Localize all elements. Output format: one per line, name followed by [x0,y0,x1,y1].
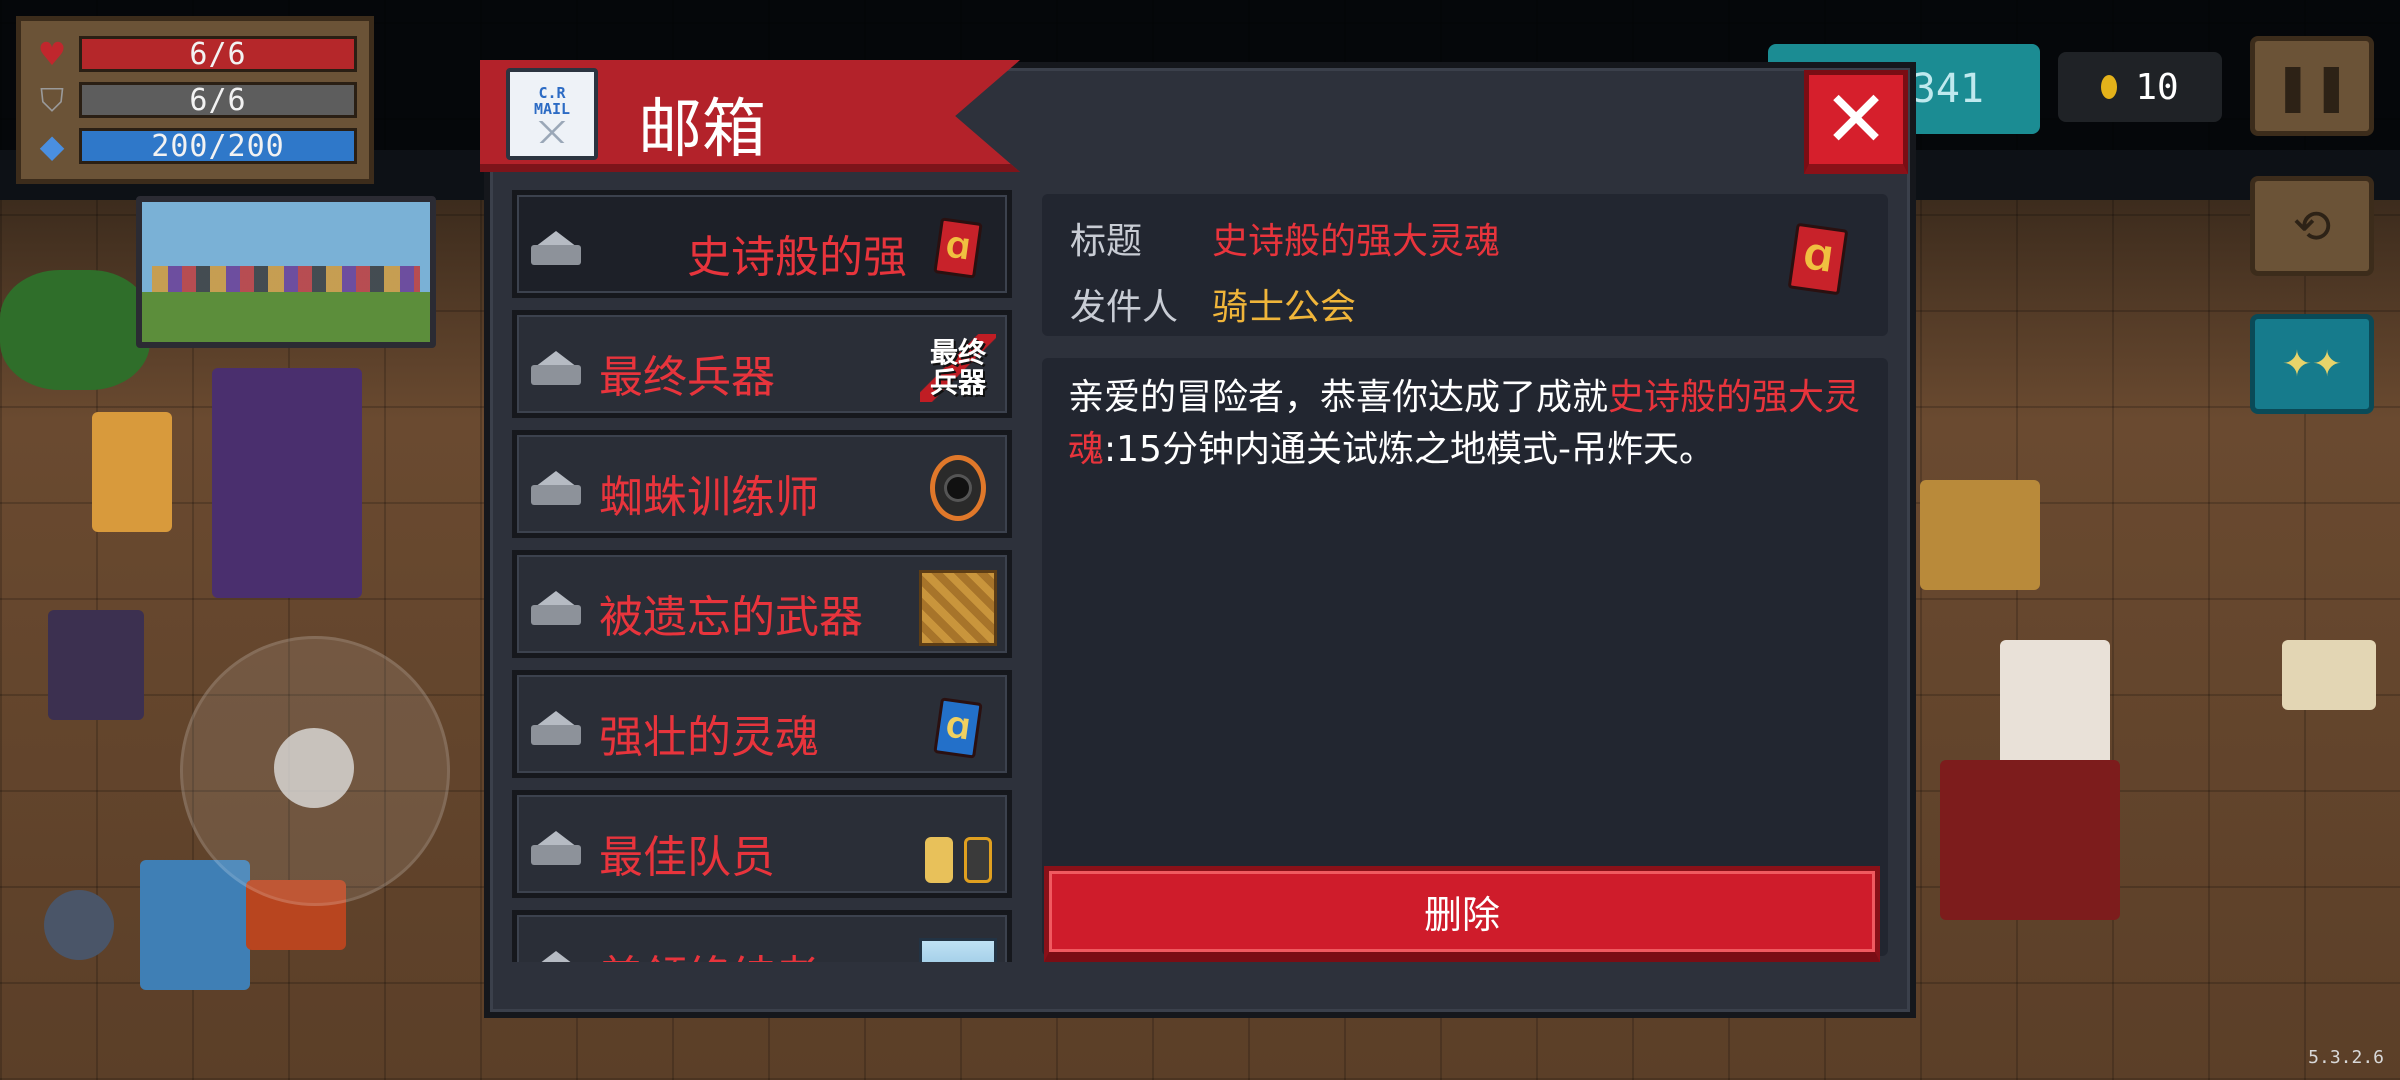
red-card-icon: Ɑ [919,209,997,287]
minimap-ground [142,292,430,342]
switch-weapon-button[interactable]: ⟲ [2250,176,2374,276]
envelope-flap [517,121,587,143]
pause-icon: ❚❚ [2273,59,2351,113]
skill-icon: ✦✦ [2281,343,2343,385]
hp-row: ♥ 6/6 [33,31,357,77]
npc-girl [2000,640,2110,780]
mail-item[interactable]: 史诗般的强 Ɑ [512,190,1012,298]
red-carpet [1940,760,2120,920]
skill-button[interactable]: ✦✦ [2250,314,2374,414]
mail-item-label: 蜘蛛训练师 [599,472,819,523]
mail-item-label: 最终兵器 [599,352,775,403]
energy-diamond-icon: ◆ [39,127,65,165]
mail-stamp-line1: C.R [538,84,566,102]
mail-item[interactable]: 最佳队员 [512,790,1012,898]
joystick-knob[interactable] [274,728,354,808]
shield-icon: ⛉ [39,81,64,119]
gem-count: 341 [1911,66,1984,112]
envelope-read-icon [531,831,581,865]
message-suffix: :15分钟内通关试炼之地模式-吊炸天。 [1104,429,1715,470]
vending-machine [212,368,362,598]
pause-button[interactable]: ❚❚ [2250,36,2374,136]
coin-counter: 10 [2058,52,2222,122]
npc-character [92,412,172,532]
certificate-decoration [2282,640,2376,710]
scroll-icon [919,569,997,647]
message-prefix: 亲爱的冒险者，恭喜你达成了成就 [1068,377,1609,418]
energy-bar: 200/200 [79,128,357,164]
mail-message: 亲爱的冒险者，恭喜你达成了成就史诗般的强大灵魂:15分钟内通关试炼之地模式-吊炸… [1068,372,1868,476]
mail-item-label: 史诗般的强 [687,232,907,283]
chandelier-decoration [1920,480,2040,590]
envelope-read-icon [531,711,581,745]
final-weapon-icon: 最终兵器 [919,329,997,407]
mail-item[interactable]: 最终兵器 最终兵器 [512,310,1012,418]
delete-button[interactable]: 删除 [1044,866,1880,962]
player-knight [140,860,250,990]
envelope-read-icon [531,591,581,625]
title-label: 标题 [1070,221,1143,262]
version-label: 5.3.2.6 [2308,1047,2384,1068]
coin-icon [2101,75,2118,99]
close-button[interactable]: ✕ [1804,70,1908,174]
envelope-read-icon [531,471,581,505]
final-weapon-icon-text: 最终兵器 [920,334,996,402]
armor-bar: 6/6 [79,82,357,118]
minimap-banner[interactable] [136,196,436,348]
spider-trainer-icon [919,449,997,527]
hp-bar: 6/6 [79,36,357,72]
mail-list[interactable]: 史诗般的强 Ɑ 最终兵器 最终兵器 蜘蛛训练师 被遗忘的武器 强壮的灵魂 Ɑ 最… [508,190,1016,962]
envelope-read-icon [531,951,581,962]
team-icon [919,809,997,887]
mailbox-header: C.R MAIL 邮箱 [480,60,1020,172]
mail-item[interactable]: 蜘蛛训练师 [512,430,1012,538]
swap-icon: ⟲ [2292,199,2332,253]
mail-detail-header: 标题 史诗般的强大灵魂 发件人 骑士公会 Ɑ [1042,194,1888,336]
mail-stamp-line2: MAIL [533,100,571,118]
coin-count: 10 [2135,66,2179,108]
sender-value: 骑士公会 [1212,287,1357,328]
plant-decoration [0,270,150,390]
heart-icon: ♥ [37,35,67,73]
achievement-card-icon: Ɑ [1787,222,1849,296]
player-stats-panel: ♥ 6/6 ⛉ 6/6 ◆ 200/200 [16,16,374,184]
envelope-read-icon [531,231,581,265]
energy-row: ◆ 200/200 [33,123,357,169]
sky-icon [919,929,997,962]
envelope-read-icon [531,351,581,385]
mail-item-label: 强壮的灵魂 [599,712,819,763]
sender-label: 发件人 [1070,287,1179,328]
pot-object [44,890,114,960]
armor-row: ⛉ 6/6 [33,77,357,123]
mail-item-label: 被遗忘的武器 [599,592,863,643]
mail-item-label: 最佳队员 [599,832,775,883]
mail-item[interactable]: 强壮的灵魂 Ɑ [512,670,1012,778]
dialog-title: 邮箱 [638,93,766,167]
title-value: 史诗般的强大灵魂 [1212,221,1501,262]
delete-button-label: 删除 [1423,893,1500,937]
mail-item[interactable]: 被遗忘的武器 [512,550,1012,658]
mail-item[interactable]: 美领终结者 [512,910,1012,962]
blue-card-icon: Ɑ [919,689,997,767]
ghost-npc [48,610,144,720]
close-icon: ✕ [1823,74,1889,165]
mail-envelope-icon: C.R MAIL [506,68,598,160]
mail-item-label: 美领终结者 [599,941,819,962]
